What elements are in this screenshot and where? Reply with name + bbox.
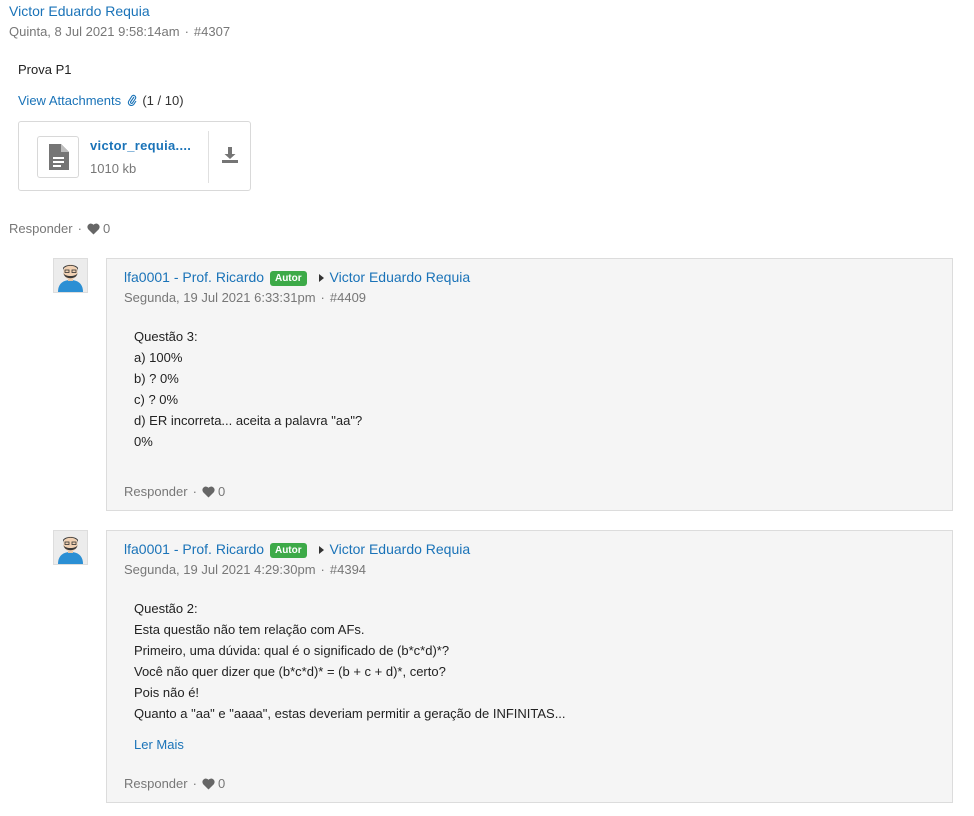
reply-author-link[interactable]: lfa0001 - Prof. Ricardo	[124, 541, 264, 557]
reply-link[interactable]: Responder	[9, 221, 73, 236]
actions-separator: ·	[192, 776, 197, 791]
attachments-count: (1 / 10)	[142, 93, 184, 108]
heart-icon[interactable]	[202, 486, 215, 498]
meta-separator: ·	[320, 290, 325, 305]
reply-card: lfa0001 - Prof. Ricardo Autor Victor Edu…	[106, 258, 953, 511]
reply-to-link[interactable]: Victor Eduardo Requia	[330, 269, 471, 285]
reply-actions: Responder · 0	[124, 484, 225, 499]
reply-line: Quanto a "aa" e "aaaa", estas deveriam p…	[134, 706, 566, 721]
reply-body: Questão 2: Esta questão não tem relação …	[134, 598, 566, 724]
reply-to-link[interactable]: Victor Eduardo Requia	[330, 541, 471, 557]
reply-body: Questão 3: a) 100% b) ? 0% c) ? 0% d) ER…	[134, 326, 362, 452]
post-id: #4307	[193, 24, 231, 39]
caret-right-icon	[318, 274, 324, 282]
download-icon[interactable]	[221, 146, 239, 164]
caret-right-icon	[318, 546, 324, 554]
reply-meta: Segunda, 19 Jul 2021 6:33:31pm · #4409	[124, 290, 366, 305]
reply-author-link[interactable]: lfa0001 - Prof. Ricardo	[124, 269, 264, 285]
reply-card: lfa0001 - Prof. Ricardo Autor Victor Edu…	[106, 530, 953, 803]
reply-line: b) ? 0%	[134, 371, 179, 386]
heart-icon[interactable]	[202, 778, 215, 790]
author-badge: Autor	[269, 271, 307, 286]
author-badge: Autor	[269, 543, 307, 558]
view-attachments-link[interactable]: View Attachments	[18, 93, 121, 108]
attachment-file-size: 1010 kb	[90, 161, 137, 176]
reply-line: c) ? 0%	[134, 392, 179, 407]
heart-icon[interactable]	[87, 223, 100, 235]
reply-line: Questão 3:	[134, 329, 198, 344]
post-meta: Quinta, 8 Jul 2021 9:58:14am · #4307	[9, 24, 230, 39]
post-date: Quinta, 8 Jul 2021 9:58:14am	[9, 24, 180, 39]
reply-line: a) 100%	[134, 350, 183, 365]
reply-id: #4409	[329, 290, 367, 305]
file-document-icon	[37, 136, 79, 178]
reply-line: Você não quer dizer que (b*c*d)* = (b + …	[134, 664, 446, 679]
post-author-link[interactable]: Victor Eduardo Requia	[9, 3, 150, 19]
reply-link[interactable]: Responder	[124, 776, 188, 791]
user-avatar-icon	[54, 259, 87, 292]
post-body: Prova P1	[18, 62, 72, 77]
read-more-link[interactable]: Ler Mais	[134, 737, 184, 752]
post-actions: Responder · 0	[9, 221, 110, 236]
like-count: 0	[102, 221, 111, 236]
attachment-divider	[208, 131, 209, 183]
reply-line: d) ER incorreta... aceita a palavra "aa"…	[134, 413, 363, 428]
reply-line: Esta questão não tem relação com AFs.	[134, 622, 365, 637]
actions-separator: ·	[192, 484, 197, 499]
actions-separator: ·	[77, 221, 82, 236]
like-count: 0	[217, 776, 226, 791]
reply-header: lfa0001 - Prof. Ricardo Autor Victor Edu…	[124, 541, 470, 558]
attachment-card: victor_requia.... 1010 kb	[18, 121, 251, 191]
meta-separator: ·	[184, 24, 189, 39]
user-avatar-icon	[54, 531, 87, 564]
reply-date: Segunda, 19 Jul 2021 4:29:30pm	[124, 562, 316, 577]
reply-actions: Responder · 0	[124, 776, 225, 791]
reply-link[interactable]: Responder	[124, 484, 188, 499]
reply-line: Questão 2:	[134, 601, 198, 616]
like-count: 0	[217, 484, 226, 499]
reply-line: Pois não é!	[134, 685, 200, 700]
avatar[interactable]	[53, 258, 88, 293]
attachment-file-name[interactable]: victor_requia....	[90, 138, 191, 153]
avatar[interactable]	[53, 530, 88, 565]
reply-date: Segunda, 19 Jul 2021 6:33:31pm	[124, 290, 316, 305]
reply-line: 0%	[134, 434, 153, 449]
reply-meta: Segunda, 19 Jul 2021 4:29:30pm · #4394	[124, 562, 366, 577]
attachments-line: View Attachments (1 / 10)	[18, 93, 184, 108]
reply-header: lfa0001 - Prof. Ricardo Autor Victor Edu…	[124, 269, 470, 286]
paperclip-icon	[127, 94, 137, 106]
reply-line: Primeiro, uma dúvida: qual é o significa…	[134, 643, 450, 658]
reply-id: #4394	[329, 562, 367, 577]
meta-separator: ·	[320, 562, 325, 577]
